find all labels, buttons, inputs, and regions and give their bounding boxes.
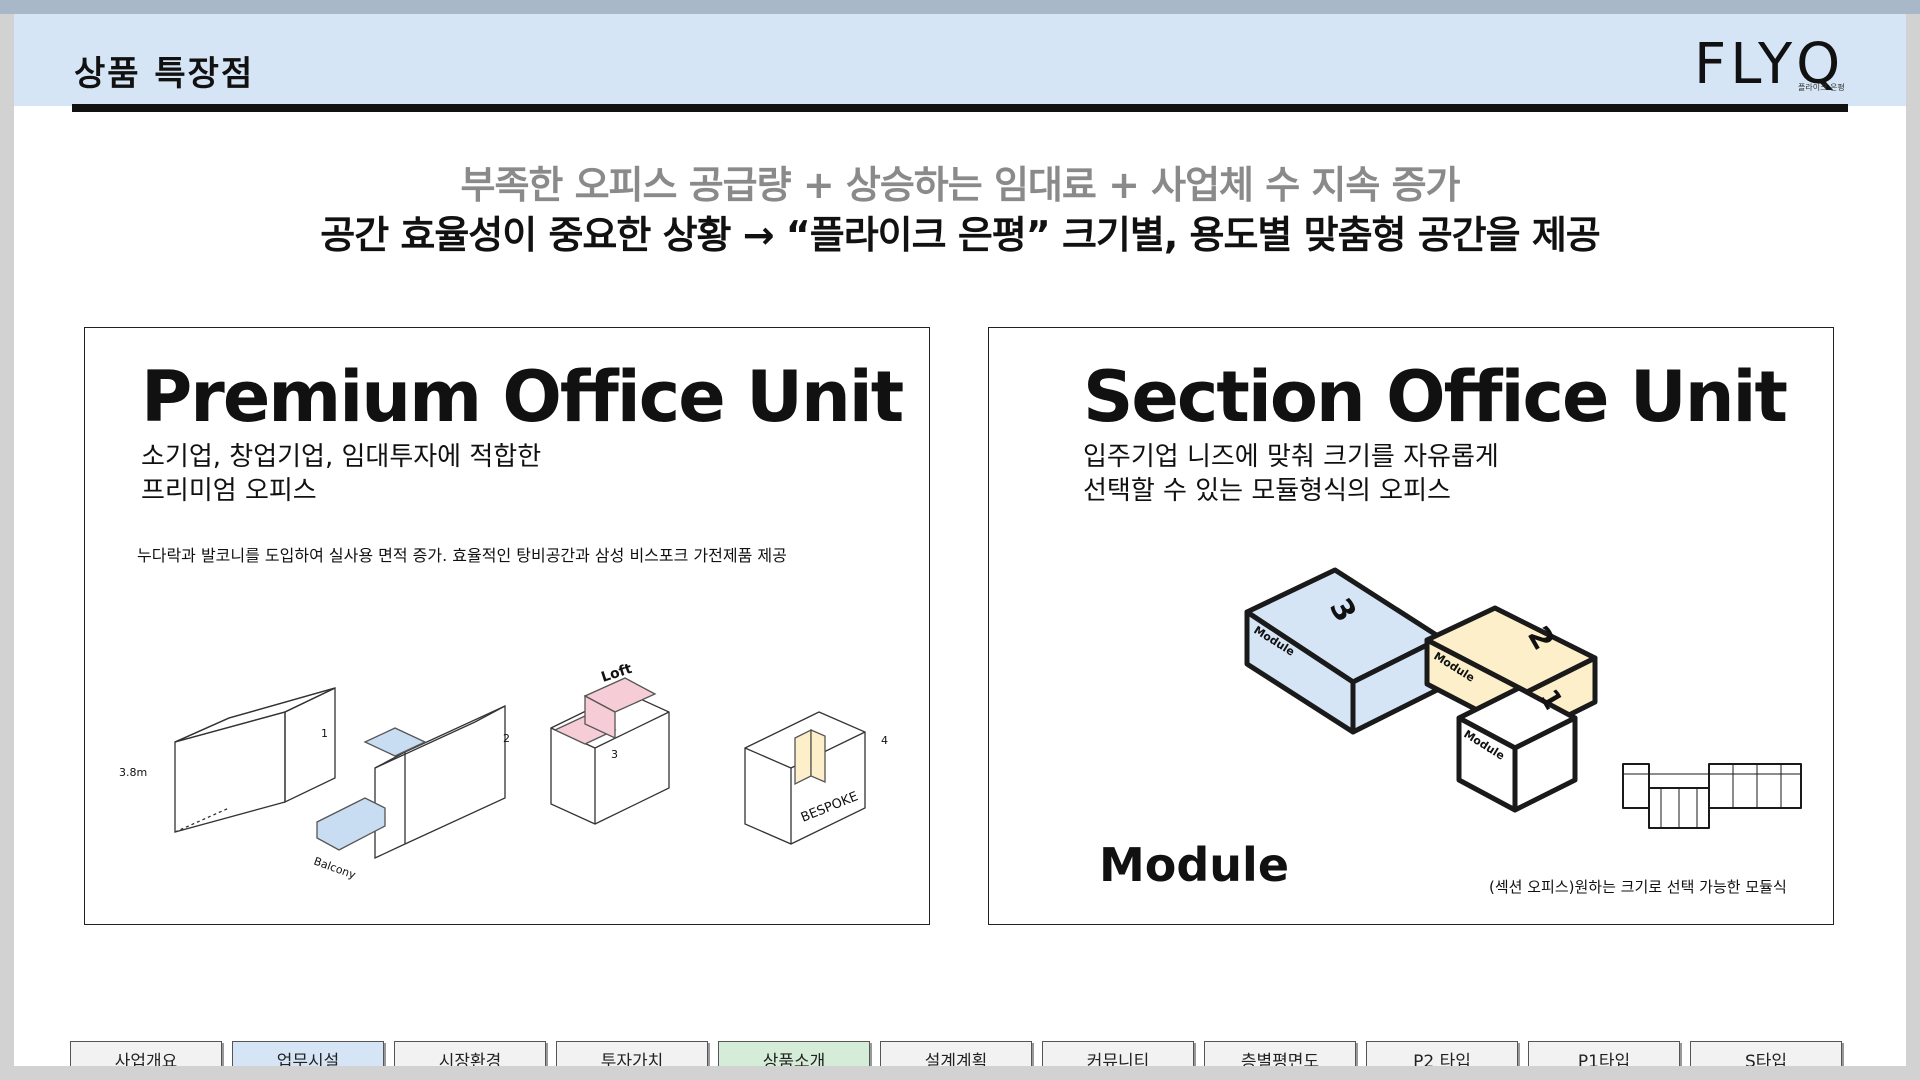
unit-box-2 xyxy=(316,704,506,860)
module-floor-plan xyxy=(1622,763,1802,829)
figure-number-1: 1 xyxy=(321,727,328,740)
module-3-block: 3 Module xyxy=(1244,567,1444,735)
page-title: 상품 특장점 xyxy=(74,54,255,94)
unit-box-1 xyxy=(174,686,336,833)
module-heading: Module xyxy=(1099,838,1290,892)
nav-tab-6[interactable]: 설계계획 xyxy=(880,1041,1032,1066)
nav-tab-10[interactable]: P1타입 xyxy=(1528,1041,1680,1066)
module-caption: (섹션 오피스)원하는 크기로 선택 가능한 모듈식 xyxy=(1489,878,1787,896)
nav-tab-3[interactable]: 시장환경 xyxy=(394,1041,546,1066)
figure-number-2: 2 xyxy=(503,732,510,745)
unit-box-3 xyxy=(550,677,670,825)
premium-office-card: Premium Office Unit 소기업, 창업기업, 임대투자에 적합한… xyxy=(84,327,930,925)
nav-tab-1[interactable]: 사업개요 xyxy=(70,1041,222,1066)
figure-number-4: 4 xyxy=(881,734,888,747)
headline-main: 공간 효율성이 중요한 상황 → “플라이크 은평” 크기별, 용도별 맞춤형 … xyxy=(320,213,1601,257)
nav-tab-11[interactable]: S타입 xyxy=(1690,1041,1842,1066)
balcony-label: Balcony xyxy=(312,855,358,882)
brand-logo-subtitle: 플라이크 은평 xyxy=(1798,83,1845,92)
bespoke-label: BESPOKE xyxy=(799,789,860,825)
nav-tab-5[interactable]: 상품소개 xyxy=(718,1041,870,1066)
bottom-navigation: 사업개요 업무시설 시장환경 투자가치 상품소개 설계계획 커뮤니티 층별평면도 P2 타입 P1… xyxy=(70,1041,1870,1066)
nav-tab-2[interactable]: 업무시설 xyxy=(232,1041,384,1066)
nav-tab-8[interactable]: 층별평면도 xyxy=(1204,1041,1356,1066)
figure-number-3: 3 xyxy=(611,748,618,761)
nav-tab-9[interactable]: P2 타입 xyxy=(1366,1041,1518,1066)
header: 상품 특장점 FLYQ 플라이크 은평 xyxy=(14,14,1906,106)
header-divider xyxy=(72,104,1848,112)
nav-tab-4[interactable]: 투자가치 xyxy=(556,1041,708,1066)
module-illustration: 3 Module 2 Module 1 Module xyxy=(1244,567,1802,829)
nav-tab-7[interactable]: 커뮤니티 xyxy=(1042,1041,1194,1066)
section-office-card: Section Office Unit 입주기업 니즈에 맞춰 크기를 자유롭게… xyxy=(988,327,1834,925)
headline-context: 부족한 오피스 공급량 + 상승하는 임대료 + 사업체 수 지속 증가 xyxy=(460,163,1460,207)
slide: 상품 특장점 FLYQ 플라이크 은평 부족한 오피스 공급량 + 상승하는 임… xyxy=(14,14,1906,1066)
height-label: 3.8m xyxy=(119,766,147,779)
premium-unit-illustration: 3.8m 1 2 Balcony 3 Loft 4 BESPOKE xyxy=(119,661,888,882)
top-frame-bar xyxy=(0,0,1920,14)
